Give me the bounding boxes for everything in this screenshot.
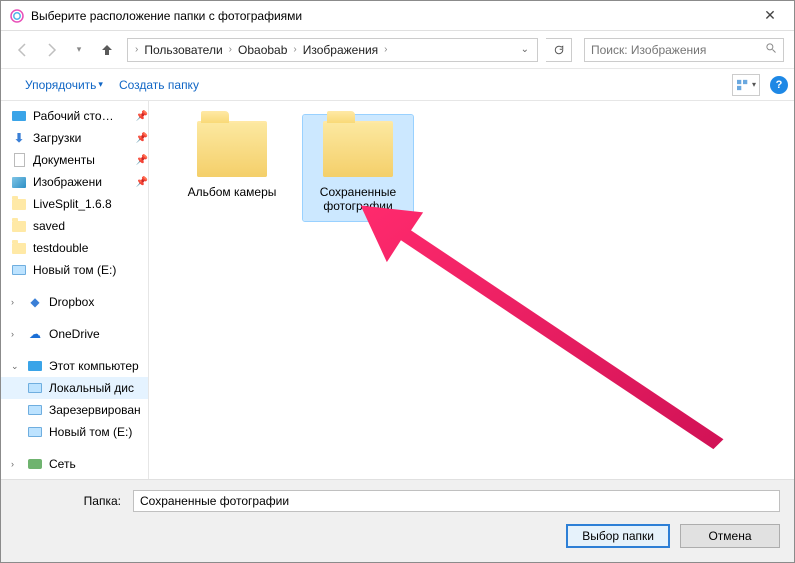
computer-icon xyxy=(28,361,42,371)
forward-icon[interactable] xyxy=(39,38,63,62)
download-icon: ⬇ xyxy=(11,130,27,146)
pin-icon: 📌 xyxy=(136,155,148,166)
chevron-right-icon[interactable]: › xyxy=(11,297,21,307)
toolbar: Упорядочить ▾ Создать папку ▾ ? xyxy=(1,69,794,101)
chevron-down-icon[interactable]: ⌄ xyxy=(11,361,21,372)
sidebar-item-network[interactable]: ›Сеть xyxy=(1,453,148,475)
close-icon[interactable]: ✕ xyxy=(754,7,786,24)
monitor-icon xyxy=(12,111,26,121)
app-icon xyxy=(9,8,25,24)
pin-icon: 📌 xyxy=(136,177,148,188)
search-icon xyxy=(765,42,777,57)
breadcrumb-segment[interactable]: Пользователи xyxy=(141,43,225,57)
new-folder-button[interactable]: Создать папку xyxy=(111,74,207,96)
sidebar-item-drive[interactable]: Локальный дис xyxy=(1,377,148,399)
folder-label: Альбом камеры xyxy=(188,185,277,199)
folder-item-selected[interactable]: Сохраненные фотографии xyxy=(303,115,413,221)
folder-label: Сохраненные фотографии xyxy=(307,185,409,213)
back-icon[interactable] xyxy=(11,38,35,62)
sidebar-item-dropbox[interactable]: ›◆Dropbox xyxy=(1,291,148,313)
pictures-icon xyxy=(12,177,26,188)
chevron-right-icon[interactable]: › xyxy=(228,44,233,55)
cancel-button[interactable]: Отмена xyxy=(680,524,780,548)
sidebar-item-folder[interactable]: LiveSplit_1.6.8 xyxy=(1,193,148,215)
pin-icon: 📌 xyxy=(136,111,148,122)
chevron-right-icon[interactable]: › xyxy=(292,44,297,55)
window-title: Выберите расположение папки с фотография… xyxy=(31,9,754,23)
sidebar-item-onedrive[interactable]: ›☁OneDrive xyxy=(1,323,148,345)
sidebar-item-this-pc[interactable]: ⌄Этот компьютер xyxy=(1,355,148,377)
chevron-right-icon[interactable]: › xyxy=(11,329,21,339)
sidebar-item-drive[interactable]: Новый том (E:) xyxy=(1,421,148,443)
chevron-down-icon: ▾ xyxy=(752,80,756,89)
nav-bar: ▾ › Пользователи › Obaobab › Изображения… xyxy=(1,31,794,69)
chevron-down-icon: ▾ xyxy=(98,79,103,90)
folder-icon xyxy=(12,243,26,254)
sidebar-item-documents[interactable]: Документы📌 xyxy=(1,149,148,171)
view-options-icon[interactable]: ▾ xyxy=(732,74,760,96)
help-icon[interactable]: ? xyxy=(770,76,788,94)
up-icon[interactable] xyxy=(95,38,119,62)
pin-icon: 📌 xyxy=(136,133,148,144)
sidebar-item-drive[interactable]: Новый том (E:) xyxy=(1,259,148,281)
folder-name-input[interactable] xyxy=(133,490,780,512)
sidebar-item-pictures[interactable]: Изображени📌 xyxy=(1,171,148,193)
network-icon xyxy=(28,459,42,469)
folder-field-label: Папка: xyxy=(15,494,125,508)
organize-menu[interactable]: Упорядочить ▾ xyxy=(17,74,111,96)
folder-item[interactable]: Альбом камеры xyxy=(177,115,287,207)
sidebar-item-folder[interactable]: testdouble xyxy=(1,237,148,259)
folder-icon xyxy=(323,121,393,177)
chevron-right-icon[interactable]: › xyxy=(134,44,139,55)
breadcrumb-segment[interactable]: Изображения xyxy=(300,43,381,57)
recent-locations-icon[interactable]: ▾ xyxy=(67,38,91,62)
chevron-down-icon[interactable]: ⌄ xyxy=(517,44,533,55)
folder-icon xyxy=(197,121,267,177)
content-area[interactable]: Альбом камеры Сохраненные фотографии xyxy=(149,101,794,479)
sidebar-item-downloads[interactable]: ⬇Загрузки📌 xyxy=(1,127,148,149)
chevron-right-icon[interactable]: › xyxy=(11,459,21,469)
folder-icon xyxy=(12,199,26,210)
footer: Папка: Выбор папки Отмена xyxy=(1,479,794,562)
sidebar-item-folder[interactable]: saved xyxy=(1,215,148,237)
title-bar: Выберите расположение папки с фотография… xyxy=(1,1,794,31)
sidebar: Рабочий сто…📌 ⬇Загрузки📌 Документы📌 Изоб… xyxy=(1,101,149,479)
select-folder-button[interactable]: Выбор папки xyxy=(566,524,670,548)
drive-icon xyxy=(12,265,26,275)
drive-icon xyxy=(28,427,42,437)
chevron-right-icon[interactable]: › xyxy=(383,44,388,55)
search-input[interactable] xyxy=(584,38,784,62)
drive-icon xyxy=(28,405,42,415)
sidebar-item-drive[interactable]: Зарезервирован xyxy=(1,399,148,421)
search-field[interactable] xyxy=(591,43,765,57)
folder-icon xyxy=(12,221,26,232)
refresh-icon[interactable] xyxy=(546,38,572,62)
onedrive-icon: ☁ xyxy=(27,326,43,342)
breadcrumb-segment[interactable]: Obaobab xyxy=(235,43,290,57)
sidebar-item-desktop[interactable]: Рабочий сто…📌 xyxy=(1,105,148,127)
drive-icon xyxy=(28,383,42,393)
dropbox-icon: ◆ xyxy=(27,294,43,310)
breadcrumb[interactable]: › Пользователи › Obaobab › Изображения ›… xyxy=(127,38,538,62)
document-icon xyxy=(14,153,25,167)
